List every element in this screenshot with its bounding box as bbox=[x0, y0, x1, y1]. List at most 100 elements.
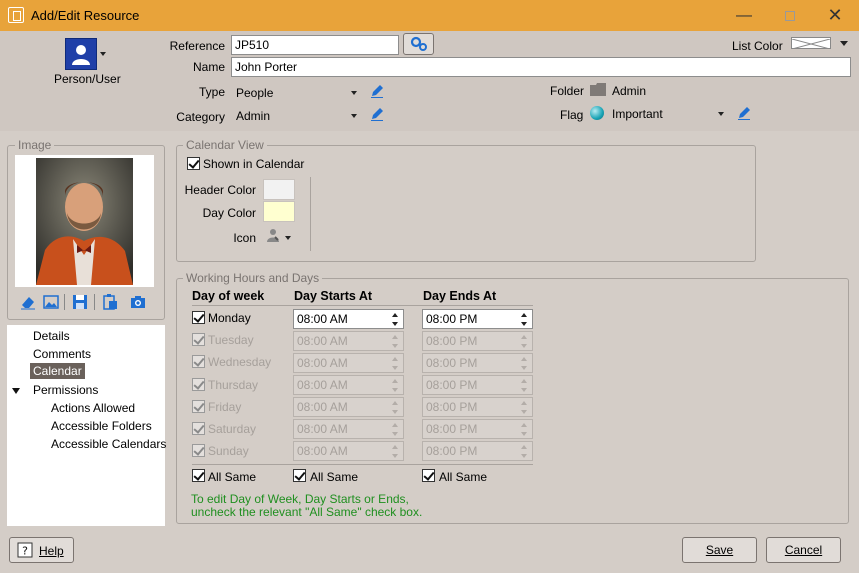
day-start-tuesday[interactable]: 08:00 AM bbox=[293, 331, 404, 351]
cancel-button[interactable]: Cancel bbox=[766, 537, 841, 563]
day-end-wednesday[interactable]: 08:00 PM bbox=[422, 353, 533, 373]
day-start-thursday[interactable]: 08:00 AM bbox=[293, 375, 404, 395]
day-label-thursday: Thursday bbox=[208, 378, 259, 392]
resource-photo[interactable] bbox=[15, 155, 154, 287]
spin-arrows-icon[interactable] bbox=[392, 335, 399, 348]
working-hours-group-label: Working Hours and Days bbox=[183, 271, 323, 285]
day-label-monday: Monday bbox=[208, 311, 251, 325]
folder-value[interactable]: Admin bbox=[612, 84, 646, 98]
spin-arrows-icon[interactable] bbox=[392, 445, 399, 458]
calendar-icon-picker[interactable] bbox=[266, 228, 282, 244]
flag-select[interactable]: Important bbox=[612, 107, 663, 121]
resource-type-dropdown-icon[interactable] bbox=[100, 52, 106, 56]
day-checkbox-friday[interactable] bbox=[192, 400, 205, 413]
close-icon[interactable]: ✕ bbox=[812, 0, 858, 31]
day-checkbox-saturday[interactable] bbox=[192, 422, 205, 435]
list-color-swatch[interactable] bbox=[791, 37, 831, 50]
day-end-tuesday[interactable]: 08:00 PM bbox=[422, 331, 533, 351]
nav-item-calendar[interactable]: Calendar bbox=[30, 363, 85, 379]
cancel-label: Cancel bbox=[784, 543, 823, 557]
category-dropdown-icon[interactable] bbox=[351, 114, 357, 118]
minimize-icon[interactable]: — bbox=[721, 0, 767, 31]
spin-arrows-icon[interactable] bbox=[521, 445, 528, 458]
col-day-starts: Day Starts At bbox=[294, 289, 373, 303]
nav-item-details[interactable]: Details bbox=[33, 329, 70, 343]
calendar-view-divider bbox=[310, 177, 311, 251]
person-user-icon[interactable] bbox=[65, 38, 97, 70]
spin-arrows-icon[interactable] bbox=[392, 379, 399, 392]
folder-label: Folder bbox=[550, 84, 585, 98]
spin-arrows-icon[interactable] bbox=[521, 313, 528, 326]
day-label-wednesday: Wednesday bbox=[208, 355, 272, 369]
spin-arrows-icon[interactable] bbox=[392, 313, 399, 326]
footer-divider bbox=[192, 464, 533, 465]
spin-arrows-icon[interactable] bbox=[521, 401, 528, 414]
all-same-end-checkbox[interactable] bbox=[422, 469, 435, 482]
category-select[interactable]: Admin bbox=[236, 109, 270, 123]
type-select[interactable]: People bbox=[236, 86, 273, 100]
name-input[interactable]: John Porter bbox=[231, 57, 851, 77]
reference-label: Reference bbox=[169, 39, 225, 53]
day-checkbox-sunday[interactable] bbox=[192, 444, 205, 457]
day-end-sunday[interactable]: 08:00 PM bbox=[422, 441, 533, 461]
name-label: Name bbox=[192, 60, 225, 74]
eraser-icon[interactable] bbox=[20, 294, 36, 310]
help-button[interactable]: ? Help bbox=[9, 537, 74, 563]
title-bar: Add/Edit Resource — ✕ bbox=[0, 0, 859, 31]
save-icon[interactable] bbox=[72, 294, 88, 310]
tool-divider bbox=[64, 294, 65, 310]
spin-arrows-icon[interactable] bbox=[392, 401, 399, 414]
spin-arrows-icon[interactable] bbox=[521, 423, 528, 436]
day-end-monday[interactable]: 08:00 PM bbox=[422, 309, 533, 329]
day-start-saturday[interactable]: 08:00 AM bbox=[293, 419, 404, 439]
nav-item-accessible-calendars[interactable]: Accessible Calendars bbox=[51, 437, 166, 451]
header-color-swatch[interactable] bbox=[263, 179, 295, 200]
day-start-friday[interactable]: 08:00 AM bbox=[293, 397, 404, 417]
day-checkbox-thursday[interactable] bbox=[192, 378, 205, 391]
save-button[interactable]: Save bbox=[682, 537, 757, 563]
day-start-monday[interactable]: 08:00 AM bbox=[293, 309, 404, 329]
paste-icon[interactable] bbox=[102, 294, 118, 310]
reference-input[interactable]: JP510 bbox=[231, 35, 399, 55]
day-start-sunday[interactable]: 08:00 AM bbox=[293, 441, 404, 461]
nav-item-comments[interactable]: Comments bbox=[33, 347, 91, 361]
spin-arrows-icon[interactable] bbox=[392, 423, 399, 436]
day-start-wednesday[interactable]: 08:00 AM bbox=[293, 353, 404, 373]
spin-arrows-icon[interactable] bbox=[521, 357, 528, 370]
edit-flag-pencil-icon[interactable] bbox=[737, 106, 751, 120]
day-checkbox-tuesday[interactable] bbox=[192, 333, 205, 346]
nav-item-permissions[interactable]: Permissions bbox=[33, 383, 98, 397]
calendar-view-group-label: Calendar View bbox=[183, 138, 267, 152]
all-same-end-label: All Same bbox=[439, 470, 488, 484]
spin-arrows-icon[interactable] bbox=[521, 335, 528, 348]
all-same-start-checkbox[interactable] bbox=[293, 469, 306, 482]
spin-arrows-icon[interactable] bbox=[392, 357, 399, 370]
type-dropdown-icon[interactable] bbox=[351, 91, 357, 95]
day-color-swatch[interactable] bbox=[263, 201, 295, 222]
col-day-of-week: Day of week bbox=[192, 289, 265, 303]
flag-dropdown-icon[interactable] bbox=[718, 112, 724, 116]
maximize-icon[interactable] bbox=[767, 0, 813, 31]
day-end-thursday[interactable]: 08:00 PM bbox=[422, 375, 533, 395]
picture-icon[interactable] bbox=[43, 294, 59, 310]
calendar-icon-dropdown-icon[interactable] bbox=[285, 236, 291, 240]
day-label-tuesday: Tuesday bbox=[208, 333, 254, 347]
day-label-saturday: Saturday bbox=[208, 422, 257, 436]
col-day-ends: Day Ends At bbox=[423, 289, 497, 303]
spin-arrows-icon[interactable] bbox=[521, 379, 528, 392]
nav-item-actions-allowed[interactable]: Actions Allowed bbox=[51, 401, 135, 415]
generate-reference-button[interactable] bbox=[403, 33, 434, 55]
edit-category-pencil-icon[interactable] bbox=[370, 107, 384, 121]
flag-color-icon bbox=[590, 106, 604, 120]
edit-type-pencil-icon[interactable] bbox=[370, 84, 384, 98]
nav-item-accessible-folders[interactable]: Accessible Folders bbox=[51, 419, 152, 433]
list-color-dropdown-icon[interactable] bbox=[840, 41, 848, 46]
shown-in-calendar-checkbox[interactable] bbox=[187, 157, 200, 170]
day-end-saturday[interactable]: 08:00 PM bbox=[422, 419, 533, 439]
day-checkbox-wednesday[interactable] bbox=[192, 355, 205, 368]
day-end-friday[interactable]: 08:00 PM bbox=[422, 397, 533, 417]
day-checkbox-monday[interactable] bbox=[192, 311, 205, 324]
expand-collapse-icon[interactable] bbox=[12, 388, 20, 394]
all-same-day-checkbox[interactable] bbox=[192, 469, 205, 482]
camera-icon[interactable] bbox=[130, 294, 146, 310]
